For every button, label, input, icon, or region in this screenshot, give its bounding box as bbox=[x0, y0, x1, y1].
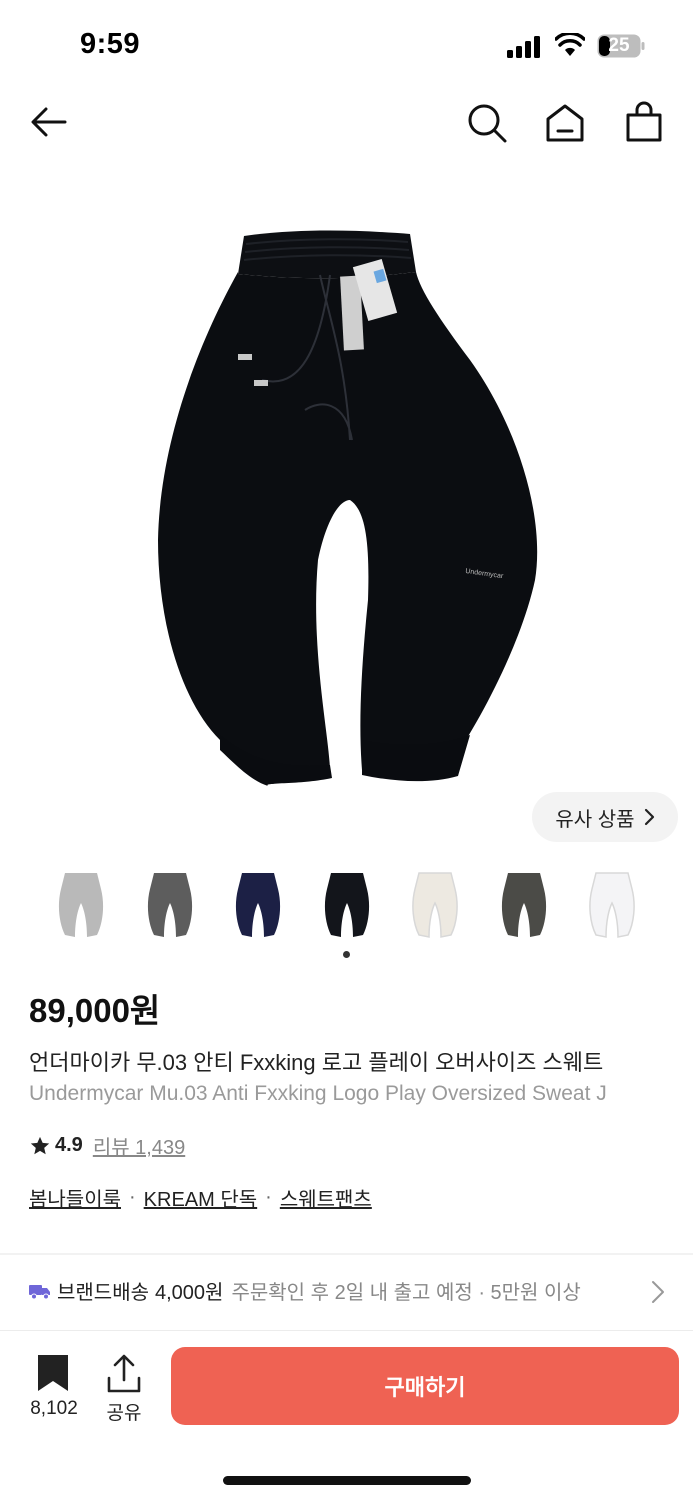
battery-level: 25 bbox=[608, 35, 630, 56]
shipping-detail: 주문확인 후 2일 내 출고 예정 · 5만원 이상 bbox=[231, 1282, 581, 1304]
delivery-truck-icon bbox=[29, 1284, 50, 1299]
bottom-bar-divider bbox=[0, 1330, 693, 1331]
carousel-indicator-dot bbox=[343, 951, 350, 958]
similar-products-label: 유사 상품 bbox=[555, 808, 635, 831]
tag-spring-outing[interactable]: 봄나들이룩 bbox=[29, 1183, 121, 1212]
bookmark-count: 8,102 bbox=[30, 1398, 78, 1419]
product-image[interactable]: Undermycar bbox=[0, 180, 693, 840]
status-time: 9:59 bbox=[80, 28, 141, 60]
product-title-english: Undermycar Mu.03 Anti Fxxking Logo Play … bbox=[29, 1082, 607, 1105]
star-icon bbox=[30, 1136, 50, 1154]
bookmark-icon[interactable] bbox=[36, 1353, 70, 1393]
similar-products-button[interactable]: 유사 상품 bbox=[532, 792, 678, 842]
home-icon[interactable] bbox=[543, 101, 587, 145]
section-divider bbox=[0, 1253, 693, 1255]
color-thumbnail[interactable] bbox=[311, 862, 383, 948]
search-icon[interactable] bbox=[465, 101, 509, 145]
tag-sweatpants[interactable]: 스웨트팬츠 bbox=[280, 1183, 372, 1212]
buy-button[interactable]: 구매하기 bbox=[171, 1347, 679, 1425]
rating-value: 4.9 bbox=[55, 1134, 83, 1156]
chevron-right-icon bbox=[644, 808, 654, 826]
shopping-bag-icon[interactable] bbox=[622, 101, 666, 145]
shipping-label: 브랜드배송 bbox=[57, 1282, 149, 1304]
shipping-info-row[interactable]: 브랜드배송 4,000원 주문확인 후 2일 내 출고 예정 · 5만원 이상 bbox=[29, 1276, 693, 1305]
color-thumbnail[interactable] bbox=[488, 862, 560, 948]
color-thumbnail[interactable] bbox=[134, 862, 206, 948]
cellular-signal-icon bbox=[507, 36, 540, 58]
tag-separator: · bbox=[265, 1186, 272, 1208]
back-arrow-icon[interactable] bbox=[27, 100, 71, 144]
share-icon[interactable] bbox=[105, 1354, 143, 1394]
wifi-icon bbox=[555, 33, 585, 56]
product-price: 89,000원 bbox=[29, 992, 161, 1029]
review-count-link[interactable]: 리뷰 1,439 bbox=[93, 1131, 185, 1160]
color-thumbnail[interactable] bbox=[399, 862, 471, 948]
home-indicator[interactable] bbox=[223, 1476, 471, 1485]
chevron-right-icon[interactable] bbox=[646, 1278, 670, 1306]
color-thumbnail[interactable] bbox=[576, 862, 648, 948]
battery-icon: 25 bbox=[597, 34, 645, 58]
tag-kream-exclusive[interactable]: KREAM 단독 bbox=[144, 1183, 257, 1212]
color-thumbnail[interactable] bbox=[45, 862, 117, 948]
tag-list: 봄나들이룩 · KREAM 단독 · 스웨트팬츠 bbox=[29, 1183, 372, 1212]
color-thumbnail[interactable] bbox=[222, 862, 294, 948]
rating-row: 4.9 리뷰 1,439 bbox=[29, 1131, 185, 1160]
share-label: 공유 bbox=[106, 1403, 142, 1424]
product-title-korean: 언더마이카 무.03 안티 Fxxking 로고 플레이 오버사이즈 스웨트 bbox=[29, 1050, 604, 1075]
shipping-price: 4,000원 bbox=[155, 1282, 224, 1304]
tag-separator: · bbox=[129, 1186, 136, 1208]
